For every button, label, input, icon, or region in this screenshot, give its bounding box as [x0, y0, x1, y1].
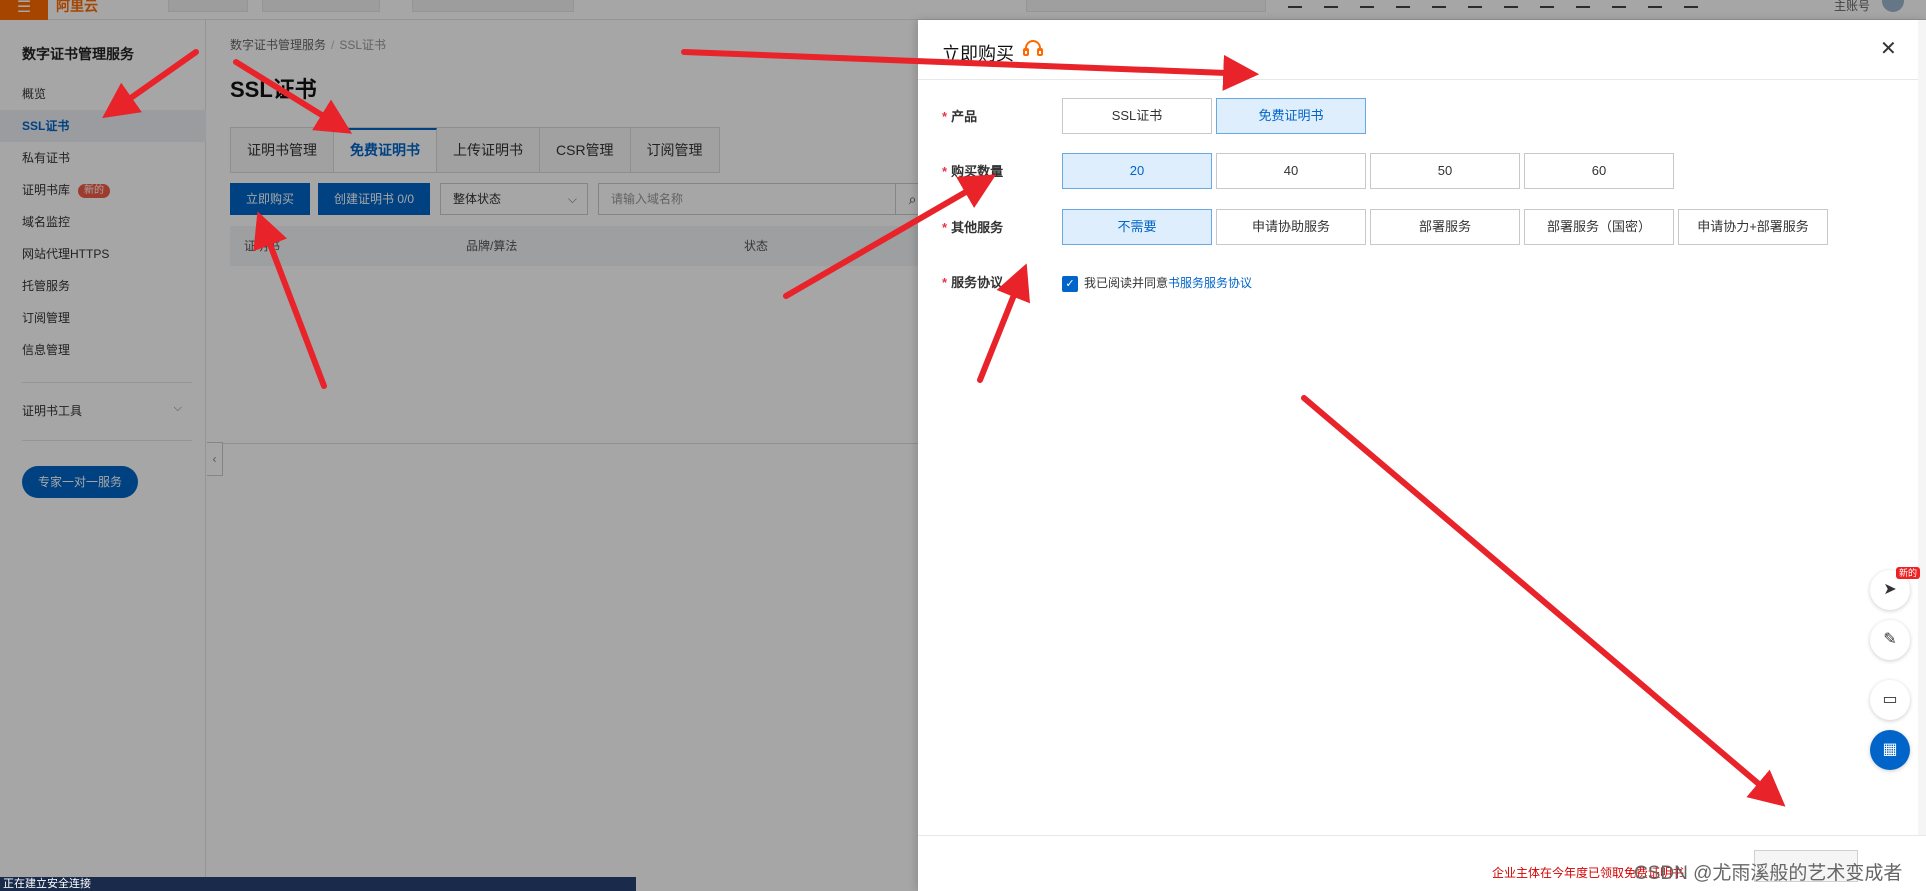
- required-mark: *: [942, 109, 948, 124]
- required-mark: *: [942, 164, 948, 179]
- new-badge: 新的: [1896, 567, 1921, 579]
- quantity-option-40[interactable]: 40: [1216, 153, 1366, 189]
- close-icon[interactable]: ✕: [1880, 36, 1897, 61]
- agreement-label-text: 服务协议: [951, 275, 1004, 290]
- quantity-option-60[interactable]: 60: [1524, 153, 1674, 189]
- service-option-assist-deploy[interactable]: 申请协力+部署服务: [1678, 209, 1828, 245]
- apps-grid-icon[interactable]: ▦: [1870, 730, 1910, 770]
- service-label: * 其他服务: [942, 217, 1003, 236]
- product-option-ssl[interactable]: SSL证书: [1062, 98, 1212, 134]
- agreement-text: 我已阅读并同意: [1084, 276, 1169, 290]
- edit-icon[interactable]: ✎: [1870, 620, 1910, 660]
- product-label-text: 产品: [951, 109, 978, 124]
- product-label: * 产品: [942, 106, 977, 125]
- service-option-none[interactable]: 不需要: [1062, 209, 1212, 245]
- agreement-checkbox[interactable]: ✓: [1062, 275, 1078, 292]
- agreement-link[interactable]: 书服务服务协议: [1168, 276, 1252, 290]
- chat-icon[interactable]: ▭: [1870, 680, 1910, 720]
- browser-status-bar: 正在建立安全连接: [0, 877, 636, 891]
- service-option-deploy-sm[interactable]: 部署服务（国密）: [1524, 209, 1674, 245]
- drawer-footer: 企业主体在今年度已领取免费证明书 CSDN @尤雨溪般的艺术变成者: [918, 835, 1926, 891]
- agreement-label: * 服务协议: [942, 272, 1003, 291]
- service-label-text: 其他服务: [951, 220, 1004, 235]
- agreement-checkbox-row: ✓ 我已阅读并同意书服务服务协议: [1062, 274, 1252, 292]
- drawer-scrollbar[interactable]: [1918, 20, 1926, 880]
- quantity-label: * 购买数量: [942, 161, 1003, 180]
- service-option-apply-assist[interactable]: 申请协助服务: [1216, 209, 1366, 245]
- quantity-option-50[interactable]: 50: [1370, 153, 1520, 189]
- required-mark: *: [942, 220, 948, 235]
- drawer-header: 立即购买 ✕: [918, 20, 1926, 80]
- product-option-free[interactable]: 免费证明书: [1216, 98, 1366, 134]
- drawer-title: 立即购买: [942, 44, 1014, 64]
- quantity-label-text: 购买数量: [951, 164, 1004, 179]
- service-option-deploy[interactable]: 部署服务: [1370, 209, 1520, 245]
- quantity-option-20[interactable]: 20: [1062, 153, 1212, 189]
- required-mark: *: [942, 275, 948, 290]
- buy-now-drawer: 立即购买 ✕ * 产品 SSL证书 免费证明书 * 购买数量 20 40 50 60…: [918, 20, 1926, 891]
- headset-icon[interactable]: [1022, 38, 1044, 60]
- csdn-watermark: CSDN @尤雨溪般的艺术变成者: [1634, 863, 1903, 884]
